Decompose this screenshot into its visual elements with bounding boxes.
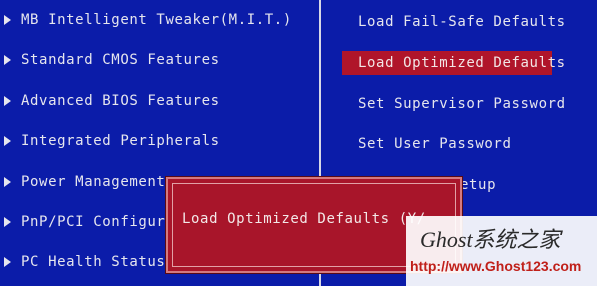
menu-item-label: Advanced BIOS Features bbox=[21, 93, 220, 109]
dialog-prompt: Load Optimized Defaults (Y/ bbox=[182, 211, 426, 227]
menu-item-load-fail-safe[interactable]: Load Fail-Safe Defaults bbox=[358, 10, 566, 34]
arrow-right-icon bbox=[4, 15, 11, 25]
menu-item-label: Load Fail-Safe Defaults bbox=[358, 14, 566, 30]
menu-item-load-optimized[interactable]: Load Optimized Defaults bbox=[342, 51, 565, 75]
menu-item-pc-health[interactable]: PC Health Status bbox=[4, 250, 165, 274]
menu-item-set-user-password[interactable]: Set User Password bbox=[358, 132, 512, 156]
menu-item-label: Set User Password bbox=[358, 136, 512, 152]
menu-item-save-exit-setup[interactable]: etup bbox=[460, 173, 496, 197]
arrow-right-icon bbox=[4, 55, 11, 65]
arrow-right-icon bbox=[4, 136, 11, 146]
menu-item-integrated-peripherals[interactable]: Integrated Peripherals bbox=[4, 129, 220, 153]
bios-screen: MB Intelligent Tweaker(M.I.T.) Standard … bbox=[0, 0, 597, 286]
menu-item-label: Set Supervisor Password bbox=[358, 96, 566, 112]
menu-item-standard-cmos[interactable]: Standard CMOS Features bbox=[4, 48, 220, 72]
watermark-brand: Ghost系统之家 bbox=[420, 227, 561, 252]
menu-item-label: Integrated Peripherals bbox=[21, 133, 220, 149]
menu-item-set-supervisor-password[interactable]: Set Supervisor Password bbox=[358, 92, 566, 116]
menu-item-label: PnP/PCI Configura bbox=[21, 214, 175, 230]
arrow-right-icon bbox=[4, 96, 11, 106]
menu-item-label: PC Health Status bbox=[21, 254, 166, 270]
watermark-url: http://www.Ghost123.com bbox=[410, 258, 582, 274]
arrow-right-icon bbox=[4, 217, 11, 227]
menu-item-advanced-bios[interactable]: Advanced BIOS Features bbox=[4, 89, 220, 113]
menu-item-label: MB Intelligent Tweaker(M.I.T.) bbox=[21, 12, 292, 28]
arrow-right-icon bbox=[4, 257, 11, 267]
menu-item-label: Power Management bbox=[21, 174, 166, 190]
watermark: Ghost系统之家 http://www.Ghost123.com bbox=[406, 216, 597, 286]
arrow-right-icon bbox=[4, 177, 11, 187]
menu-item-label: Load Optimized Defaults bbox=[358, 55, 566, 71]
menu-item-mit[interactable]: MB Intelligent Tweaker(M.I.T.) bbox=[4, 8, 292, 32]
menu-item-power-management[interactable]: Power Management bbox=[4, 170, 165, 194]
menu-item-pnp-pci[interactable]: PnP/PCI Configura bbox=[4, 210, 175, 234]
menu-item-label: etup bbox=[460, 177, 497, 193]
menu-item-label: Standard CMOS Features bbox=[21, 52, 220, 68]
